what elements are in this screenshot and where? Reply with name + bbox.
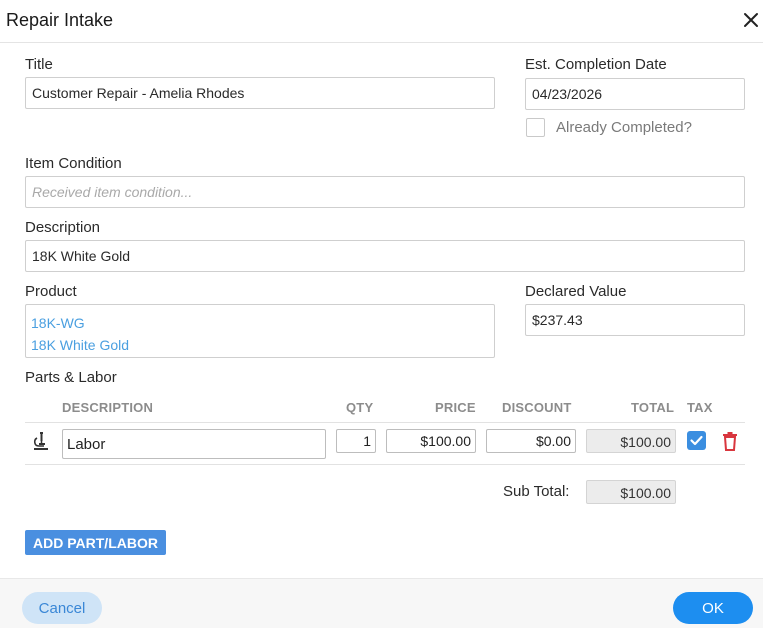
row-tax-checkbox[interactable] [687,431,706,450]
subtotal-value: $100.00 [586,480,676,504]
table-header-divider [25,422,745,423]
description-input[interactable] [25,240,745,272]
title-label: Title [25,56,53,73]
product-sku[interactable]: 18K-WG [31,312,489,334]
already-completed-checkbox[interactable] [526,118,545,137]
dialog-header: Repair Intake [0,0,763,43]
dialog-footer: Cancel OK [0,578,763,628]
column-total: TOTAL [631,400,675,415]
declared-value-label: Declared Value [525,283,627,300]
microscope-icon [31,430,51,452]
row-description-input[interactable] [62,429,326,459]
add-part-labor-button[interactable]: ADD PART/LABOR [25,530,166,555]
subtotal-label: Sub Total: [503,483,570,500]
dialog-title: Repair Intake [6,10,114,30]
column-discount: DISCOUNT [502,400,572,415]
row-total: $100.00 [586,429,676,453]
table-row-divider [25,464,745,465]
column-price: PRICE [435,400,476,415]
row-price-input[interactable] [386,429,476,453]
row-qty-input[interactable] [336,429,376,453]
close-icon[interactable] [741,10,761,30]
description-label: Description [25,219,101,236]
item-condition-label: Item Condition [25,155,122,172]
already-completed-label: Already Completed? [556,119,692,136]
product-field[interactable]: 18K-WG 18K White Gold [25,304,495,358]
trash-icon[interactable] [722,431,738,451]
row-discount-input[interactable] [486,429,576,453]
item-condition-input[interactable] [25,176,745,208]
column-tax: TAX [687,400,713,415]
product-label: Product [25,283,77,300]
cancel-button[interactable]: Cancel [22,592,102,624]
completion-date-input[interactable] [525,78,745,110]
declared-value-input[interactable] [525,304,745,336]
checkmark-icon [690,435,703,446]
completion-date-label: Est. Completion Date [525,56,667,73]
ok-button[interactable]: OK [673,592,753,624]
parts-labor-label: Parts & Labor [25,369,117,386]
title-input[interactable] [25,77,495,109]
product-name[interactable]: 18K White Gold [31,334,489,356]
column-qty: QTY [346,400,374,415]
column-description: DESCRIPTION [62,400,154,415]
